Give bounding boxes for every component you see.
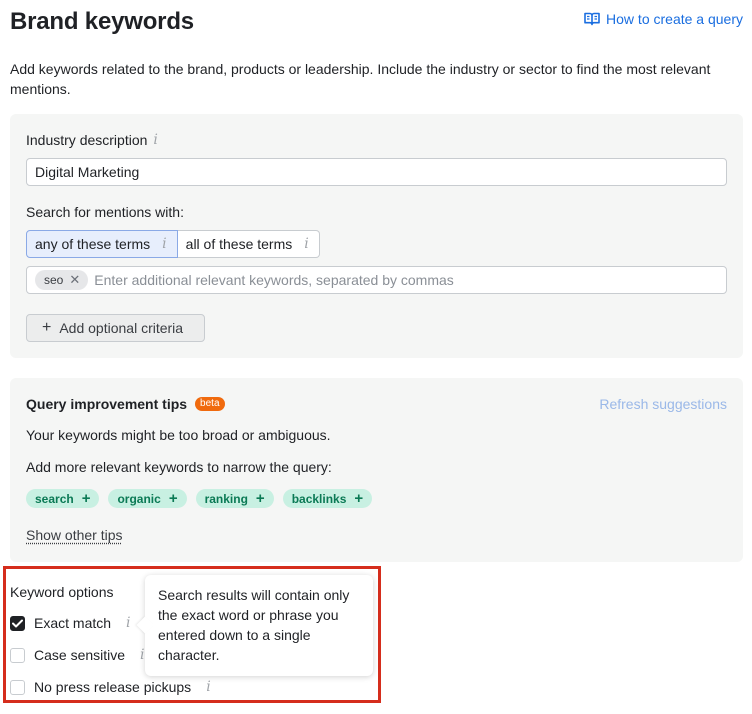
info-icon[interactable]: i [304,236,308,252]
info-icon[interactable]: i [126,615,130,631]
exact-match-checkbox[interactable] [10,615,25,631]
suggestion-label: organic [117,491,161,506]
tips-title: Query improvement tips beta [26,396,225,412]
exact-match-label: Exact match [34,615,112,631]
option-no-press-release[interactable]: No press release pickups i [10,679,211,695]
suggestion-backlinks[interactable]: backlinks + [282,489,373,508]
info-icon[interactable]: i [206,679,210,695]
how-to-create-query-link[interactable]: How to create a query [584,11,743,27]
close-icon[interactable]: ✕ [69,272,80,288]
keyword-chip: seo ✕ [35,270,89,290]
add-optional-criteria-label: Add optional criteria [59,320,184,336]
suggestion-label: backlinks [291,491,347,506]
suggestion-ranking[interactable]: ranking + [195,489,274,508]
match-mode-toggle: any of these terms i all of these terms … [26,230,320,258]
no-press-release-label: No press release pickups [34,679,192,695]
refresh-suggestions-link[interactable]: Refresh suggestions [599,396,727,412]
mode-any-terms[interactable]: any of these terms i [26,230,178,258]
keyword-chip-label: seo [44,273,64,287]
tips-suggest-prompt: Add more relevant keywords to narrow the… [26,459,332,475]
show-other-tips-link[interactable]: Show other tips [26,527,123,543]
plus-icon: + [354,490,364,507]
search-mentions-label: Search for mentions with: [26,204,184,220]
book-icon [584,12,600,26]
keywords-input[interactable]: seo ✕ Enter additional relevant keywords… [26,266,727,294]
tips-message: Your keywords might be too broad or ambi… [26,427,331,443]
page-title: Brand keywords [10,8,194,35]
query-panel: Industry description i Digital Marketing… [10,114,743,358]
plus-icon: + [168,490,178,507]
suggestion-label: ranking [204,491,248,506]
exact-match-tooltip: Search results will contain only the exa… [145,575,373,676]
no-press-release-checkbox[interactable] [10,679,25,695]
info-icon[interactable]: i [153,132,157,148]
suggestion-organic[interactable]: organic + [108,489,187,508]
mode-all-terms[interactable]: all of these terms i [177,230,320,258]
plus-icon: + [81,490,91,507]
mode-all-terms-label: all of these terms [185,236,293,252]
how-to-create-query-label: How to create a query [606,11,743,27]
query-tips-panel: Query improvement tips beta Refresh sugg… [10,378,743,562]
industry-description-text: Industry description [26,132,148,148]
info-icon[interactable]: i [162,236,166,252]
beta-badge: beta [195,397,225,411]
keywords-placeholder: Enter additional relevant keywords, sepa… [94,272,454,288]
option-case-sensitive[interactable]: Case sensitive i [10,647,145,663]
industry-description-input[interactable]: Digital Marketing [26,158,727,186]
suggestion-search[interactable]: search + [26,489,100,508]
keyword-options-title: Keyword options [10,584,114,600]
industry-description-label: Industry description i [26,132,158,148]
keyword-suggestions: search + organic + ranking + backlinks + [26,489,373,508]
plus-icon: + [255,490,265,507]
case-sensitive-checkbox[interactable] [10,647,25,663]
checkmark-icon [12,619,23,627]
info-icon[interactable]: i [140,647,144,663]
case-sensitive-label: Case sensitive [34,647,126,663]
intro-text: Add keywords related to the brand, produ… [10,61,711,97]
tooltip-text: Search results will contain only the exa… [158,587,350,663]
option-exact-match[interactable]: Exact match i [10,615,131,631]
add-optional-criteria-button[interactable]: + Add optional criteria [26,314,205,342]
plus-icon: + [42,319,52,336]
mode-any-terms-label: any of these terms [35,236,151,252]
suggestion-label: search [35,491,74,506]
tips-title-text: Query improvement tips [26,396,188,412]
